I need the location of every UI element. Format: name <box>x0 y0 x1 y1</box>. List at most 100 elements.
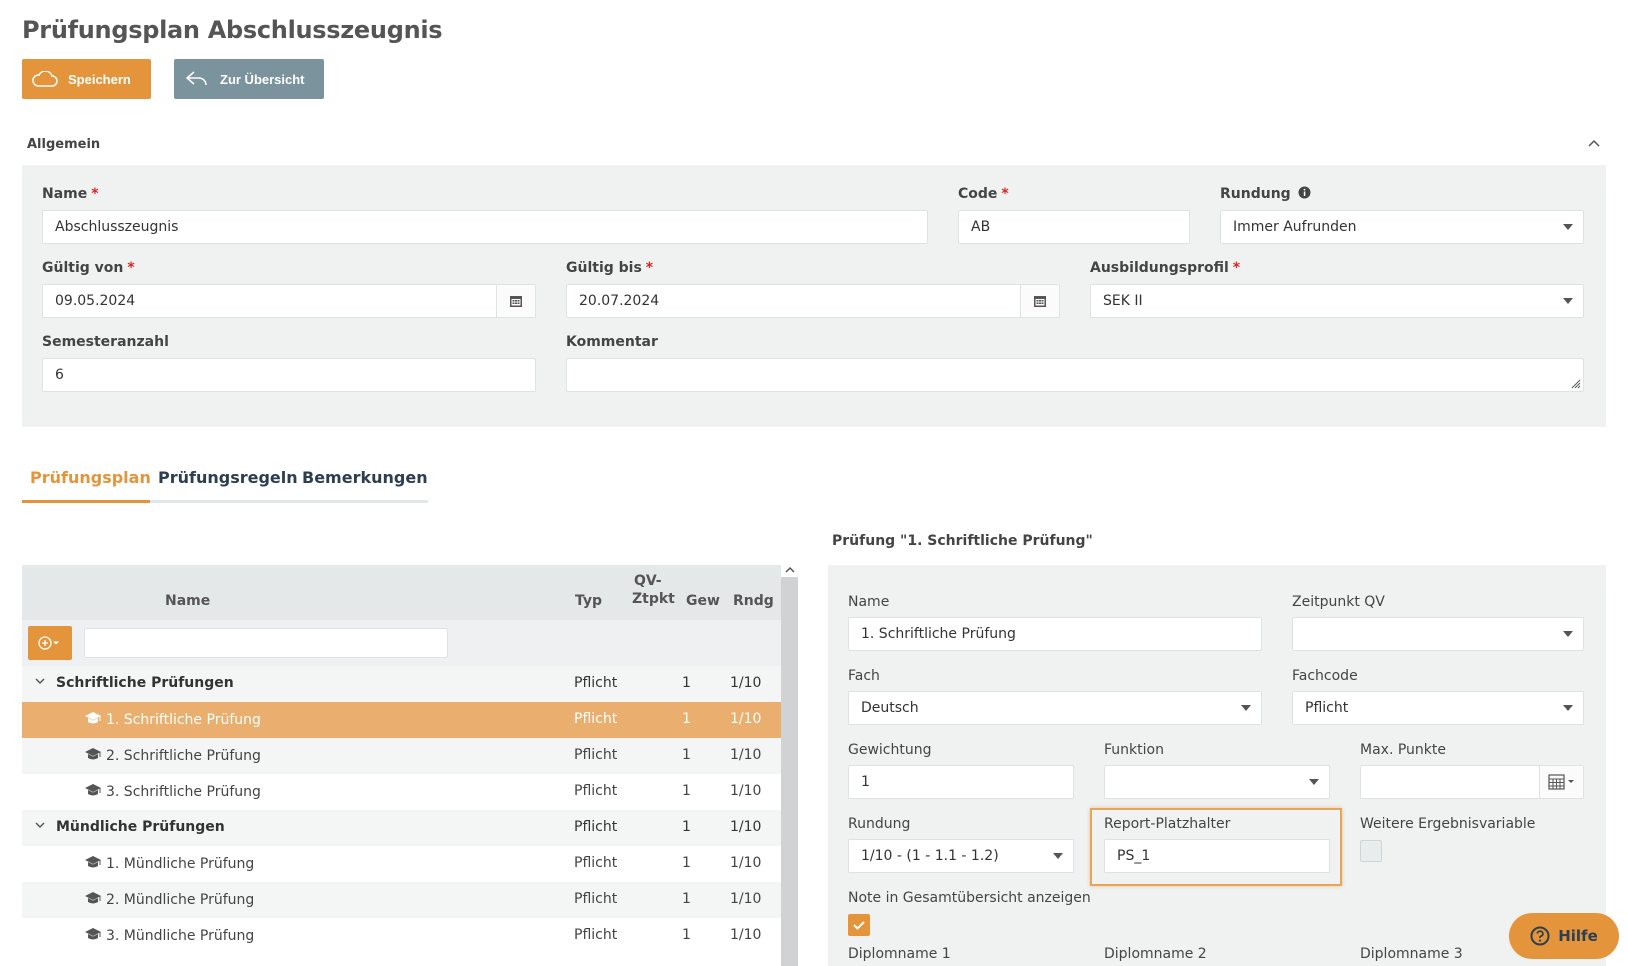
table-row[interactable]: 2. Schriftliche Prüfung Pflicht 1 1/10 <box>22 738 781 774</box>
row-name-cell: 2. Mündliche Prüfung <box>84 891 254 908</box>
rundung-label: Rundung <box>1220 186 1311 202</box>
name-label: Name * <box>42 186 99 202</box>
save-button[interactable]: Speichern <box>22 59 151 99</box>
info-icon <box>1298 186 1311 199</box>
exam-tree-table: Name Typ QV- Ztpkt Gew Rndg Schriftliche… <box>22 565 781 966</box>
row-name-cell: Mündliche Prüfungen <box>34 819 225 835</box>
graduation-cap-icon <box>85 892 101 904</box>
report-platzhalter-label: Report-Platzhalter <box>1104 816 1231 832</box>
dropdown-caret-icon <box>1563 224 1573 230</box>
graduation-cap-icon <box>85 712 101 724</box>
table-row[interactable]: 3. Mündliche Prüfung Pflicht 1 1/10 <box>22 918 781 954</box>
zeitpunkt-qv-label: Zeitpunkt QV <box>1292 594 1385 610</box>
tab-pruefungsregeln[interactable]: Prüfungsregeln <box>158 468 298 487</box>
row-rndg-cell: 1/10 <box>730 927 762 943</box>
report-platzhalter-input[interactable]: PS_1 <box>1104 839 1330 873</box>
add-dropdown-button[interactable] <box>28 626 72 660</box>
table-header: Name Typ QV- Ztpkt Gew Rndg <box>22 565 781 620</box>
row-rndg-cell: 1/10 <box>730 891 762 907</box>
col-header-name[interactable]: Name <box>165 593 210 609</box>
funktion-label: Funktion <box>1104 742 1164 758</box>
col-header-gew[interactable]: Gew <box>686 593 720 609</box>
code-input[interactable]: AB <box>958 210 1190 244</box>
chevron-down-icon[interactable] <box>34 819 46 831</box>
rundung-select[interactable]: Immer Aufrunden <box>1220 210 1584 244</box>
table-row[interactable]: 1. Schriftliche Prüfung Pflicht 1 1/10 <box>22 702 781 738</box>
weitere-ergebnisvariable-checkbox[interactable] <box>1360 840 1382 862</box>
kommentar-textarea[interactable] <box>566 358 1584 392</box>
chevron-down-icon[interactable] <box>34 675 46 687</box>
table-scrollbar[interactable] <box>781 565 798 966</box>
table-row[interactable]: 1. Mündliche Prüfung Pflicht 1 1/10 <box>22 846 781 882</box>
table-row[interactable]: 3. Schriftliche Prüfung Pflicht 1 1/10 <box>22 774 781 810</box>
back-label: Zur Übersicht <box>220 71 305 87</box>
resize-handle-icon[interactable] <box>1569 377 1581 389</box>
note-gesamtuebersicht-checkbox[interactable] <box>848 914 870 936</box>
scroll-up-arrow-icon[interactable] <box>781 563 798 577</box>
row-gew-cell: 1 <box>682 927 691 943</box>
dropdown-caret-icon <box>1241 705 1251 711</box>
diplomname2-label: Diplomname 2 <box>1104 946 1207 962</box>
calendar-icon[interactable] <box>496 285 535 317</box>
row-name-cell: 3. Schriftliche Prüfung <box>84 783 261 800</box>
dropdown-caret-icon <box>1563 631 1573 637</box>
graduation-cap-icon <box>85 784 101 796</box>
page-title: Prüfungsplan Abschlusszeugnis <box>22 16 443 44</box>
row-gew-cell: 1 <box>682 711 691 727</box>
tab-bemerkungen[interactable]: Bemerkungen <box>302 468 428 487</box>
graduation-cap-icon <box>85 748 101 760</box>
col-header-qv-line1[interactable]: QV- <box>634 573 662 589</box>
name-filter-input[interactable] <box>84 628 448 658</box>
row-name-text: 3. Schriftliche Prüfung <box>106 784 261 800</box>
tree-group-row[interactable]: Schriftliche Prüfungen Pflicht 1 1/10 <box>22 666 781 702</box>
checkmark-icon <box>853 921 865 930</box>
col-header-rndg[interactable]: Rndg <box>733 593 774 609</box>
help-button[interactable]: Hilfe <box>1509 913 1619 959</box>
row-name-text: 1. Schriftliche Prüfung <box>106 712 261 728</box>
gueltig-bis-input[interactable]: 20.07.2024 <box>566 284 1060 318</box>
calculator-dropdown-icon[interactable] <box>1539 766 1583 798</box>
tab-pruefungsplan[interactable]: Prüfungsplan <box>30 468 151 487</box>
row-typ-cell: Pflicht <box>574 927 618 943</box>
tree-group-row[interactable]: Mündliche Prüfungen Pflicht 1 1/10 <box>22 810 781 846</box>
table-row[interactable]: 2. Mündliche Prüfung Pflicht 1 1/10 <box>22 882 781 918</box>
gueltig-von-input[interactable]: 09.05.2024 <box>42 284 536 318</box>
filter-row <box>22 620 781 666</box>
detail-name-input[interactable]: 1. Schriftliche Prüfung <box>848 617 1262 651</box>
calendar-icon[interactable] <box>1020 285 1059 317</box>
code-label: Code * <box>958 186 1009 202</box>
row-rndg-cell: 1/10 <box>730 711 762 727</box>
col-header-qv-line2[interactable]: Ztpkt <box>632 591 675 607</box>
row-name-text: 2. Mündliche Prüfung <box>106 892 255 908</box>
row-name-text: Mündliche Prüfungen <box>56 819 225 835</box>
fach-select[interactable]: Deutsch <box>848 691 1262 725</box>
active-tab-indicator <box>22 500 150 503</box>
name-input[interactable]: Abschlusszeugnis <box>42 210 928 244</box>
back-to-overview-button[interactable]: Zur Übersicht <box>174 59 324 99</box>
reply-arrow-icon <box>182 69 212 89</box>
ausbildungsprofil-select[interactable]: SEK II <box>1090 284 1584 318</box>
row-gew-cell: 1 <box>682 675 691 691</box>
diplomname1-label: Diplomname 1 <box>848 946 951 962</box>
detail-title: Prüfung "1. Schriftliche Prüfung" <box>832 533 1093 549</box>
funktion-select[interactable] <box>1104 765 1330 799</box>
fachcode-label: Fachcode <box>1292 668 1358 684</box>
row-typ-cell: Pflicht <box>574 783 618 799</box>
row-name-text: Schriftliche Prüfungen <box>56 675 234 691</box>
chevron-up-icon[interactable] <box>1586 136 1602 152</box>
fachcode-select[interactable]: Pflicht <box>1292 691 1584 725</box>
dropdown-caret-icon <box>1563 298 1573 304</box>
gewichtung-input[interactable]: 1 <box>848 765 1074 799</box>
max-punkte-input[interactable] <box>1360 765 1584 799</box>
detail-rundung-select[interactable]: 1/10 - (1 - 1.1 - 1.2) <box>848 839 1074 873</box>
gueltig-von-label: Gültig von * <box>42 260 135 276</box>
semesteranzahl-input[interactable]: 6 <box>42 358 536 392</box>
row-typ-cell: Pflicht <box>574 819 618 835</box>
row-rndg-cell: 1/10 <box>730 747 762 763</box>
row-rndg-cell: 1/10 <box>730 819 762 835</box>
col-header-typ[interactable]: Typ <box>575 593 602 609</box>
row-typ-cell: Pflicht <box>574 891 618 907</box>
row-name-cell: 3. Mündliche Prüfung <box>84 927 254 944</box>
section-title-allgemein: Allgemein <box>27 137 101 152</box>
zeitpunkt-qv-select[interactable] <box>1292 617 1584 651</box>
